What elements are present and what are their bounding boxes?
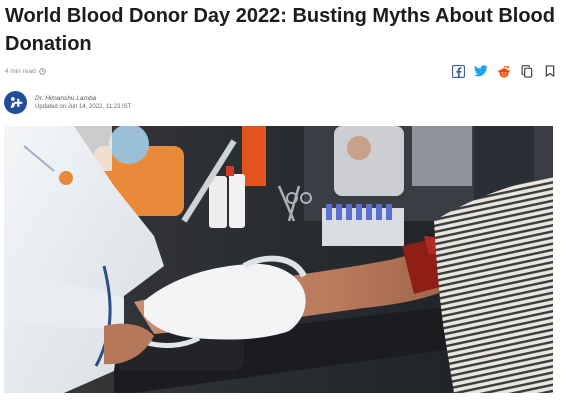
facebook-icon[interactable] <box>451 64 465 78</box>
updated-timestamp: Updated on Jun 14, 2022, 11:23 IST <box>35 103 132 110</box>
share-toolbar <box>451 64 557 78</box>
blood-donation-photo <box>4 126 553 393</box>
read-time: 4 min read <box>5 68 46 75</box>
reddit-icon[interactable] <box>497 64 511 78</box>
article-meta-row: 4 min read <box>5 62 557 80</box>
clock-icon <box>38 67 46 75</box>
author-block: Dr. Himanshu Lamba Updated on Jun 14, 20… <box>4 89 131 115</box>
publisher-logo-icon <box>10 96 23 108</box>
bookmark-icon[interactable] <box>543 64 557 78</box>
twitter-icon[interactable] <box>474 64 488 78</box>
article-title: World Blood Donor Day 2022: Busting Myth… <box>5 5 555 55</box>
copy-link-icon[interactable] <box>520 64 534 78</box>
author-name[interactable]: Dr. Himanshu Lamba <box>35 95 131 102</box>
author-avatar[interactable] <box>4 90 27 114</box>
hero-image <box>4 126 553 393</box>
author-info: Dr. Himanshu Lamba Updated on Jun 14, 20… <box>35 95 131 110</box>
read-time-label: 4 min read <box>5 67 36 75</box>
